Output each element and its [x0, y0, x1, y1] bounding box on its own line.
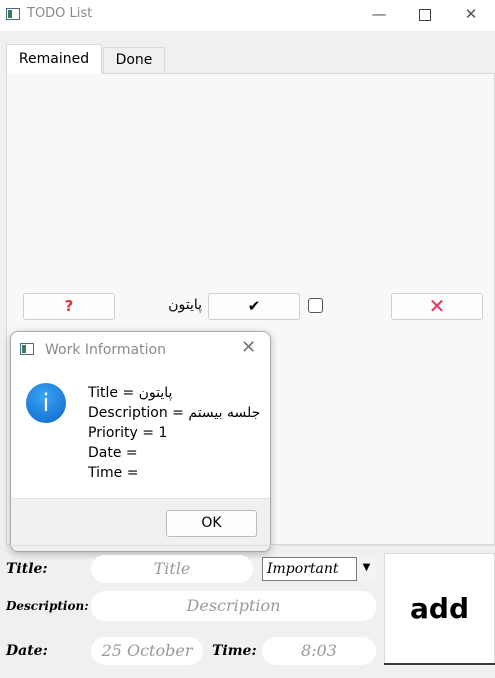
dialog-line-description: Description = جلسه بیستم — [88, 405, 261, 421]
dialog-line-date: Date = — [88, 445, 138, 461]
date-label: Date: — [6, 643, 48, 659]
app-icon — [6, 8, 20, 20]
description-label: Description: — [6, 599, 89, 613]
maximize-icon[interactable] — [402, 0, 448, 31]
dropdown-arrow-icon[interactable]: ▼ — [356, 557, 376, 581]
minimize-icon[interactable]: — — [356, 0, 402, 31]
dialog-line-time: Time = — [88, 465, 139, 481]
form-divider — [6, 545, 495, 546]
window-title: TODO List — [27, 6, 93, 21]
dialog-close-icon[interactable]: ✕ — [241, 337, 256, 358]
mark-done-button[interactable]: ✔ — [208, 293, 300, 320]
title-input[interactable]: Title — [91, 555, 253, 583]
date-input[interactable]: 25 October — [91, 637, 203, 665]
todo-checkbox[interactable] — [308, 298, 323, 313]
time-input[interactable]: 8:03 — [262, 637, 376, 665]
dialog-line-title: Title = پایتون — [88, 385, 173, 401]
dialog-line-priority: Priority = 1 — [88, 425, 168, 441]
work-information-dialog: Work Information ✕ i Title = پایتون Desc… — [10, 331, 271, 552]
tab-done[interactable]: Done — [103, 47, 165, 73]
priority-value: Important — [267, 561, 339, 577]
tab-remained[interactable]: Remained — [6, 44, 102, 74]
todo-title: پایتون — [168, 297, 202, 313]
info-button[interactable]: ? — [23, 293, 115, 320]
description-input[interactable]: Description — [91, 591, 376, 621]
delete-button[interactable]: ✕ — [391, 293, 483, 320]
close-window-icon[interactable]: ✕ — [448, 0, 494, 31]
priority-select[interactable]: Important ▼ — [262, 557, 376, 581]
time-label: Time: — [212, 643, 257, 659]
information-icon: i — [26, 383, 66, 423]
add-button-focus-line — [384, 663, 495, 665]
title-label: Title: — [6, 561, 48, 577]
add-button[interactable]: add — [384, 553, 495, 665]
dialog-app-icon — [20, 343, 34, 355]
dialog-title: Work Information — [45, 342, 166, 358]
ok-button[interactable]: OK — [166, 510, 257, 537]
